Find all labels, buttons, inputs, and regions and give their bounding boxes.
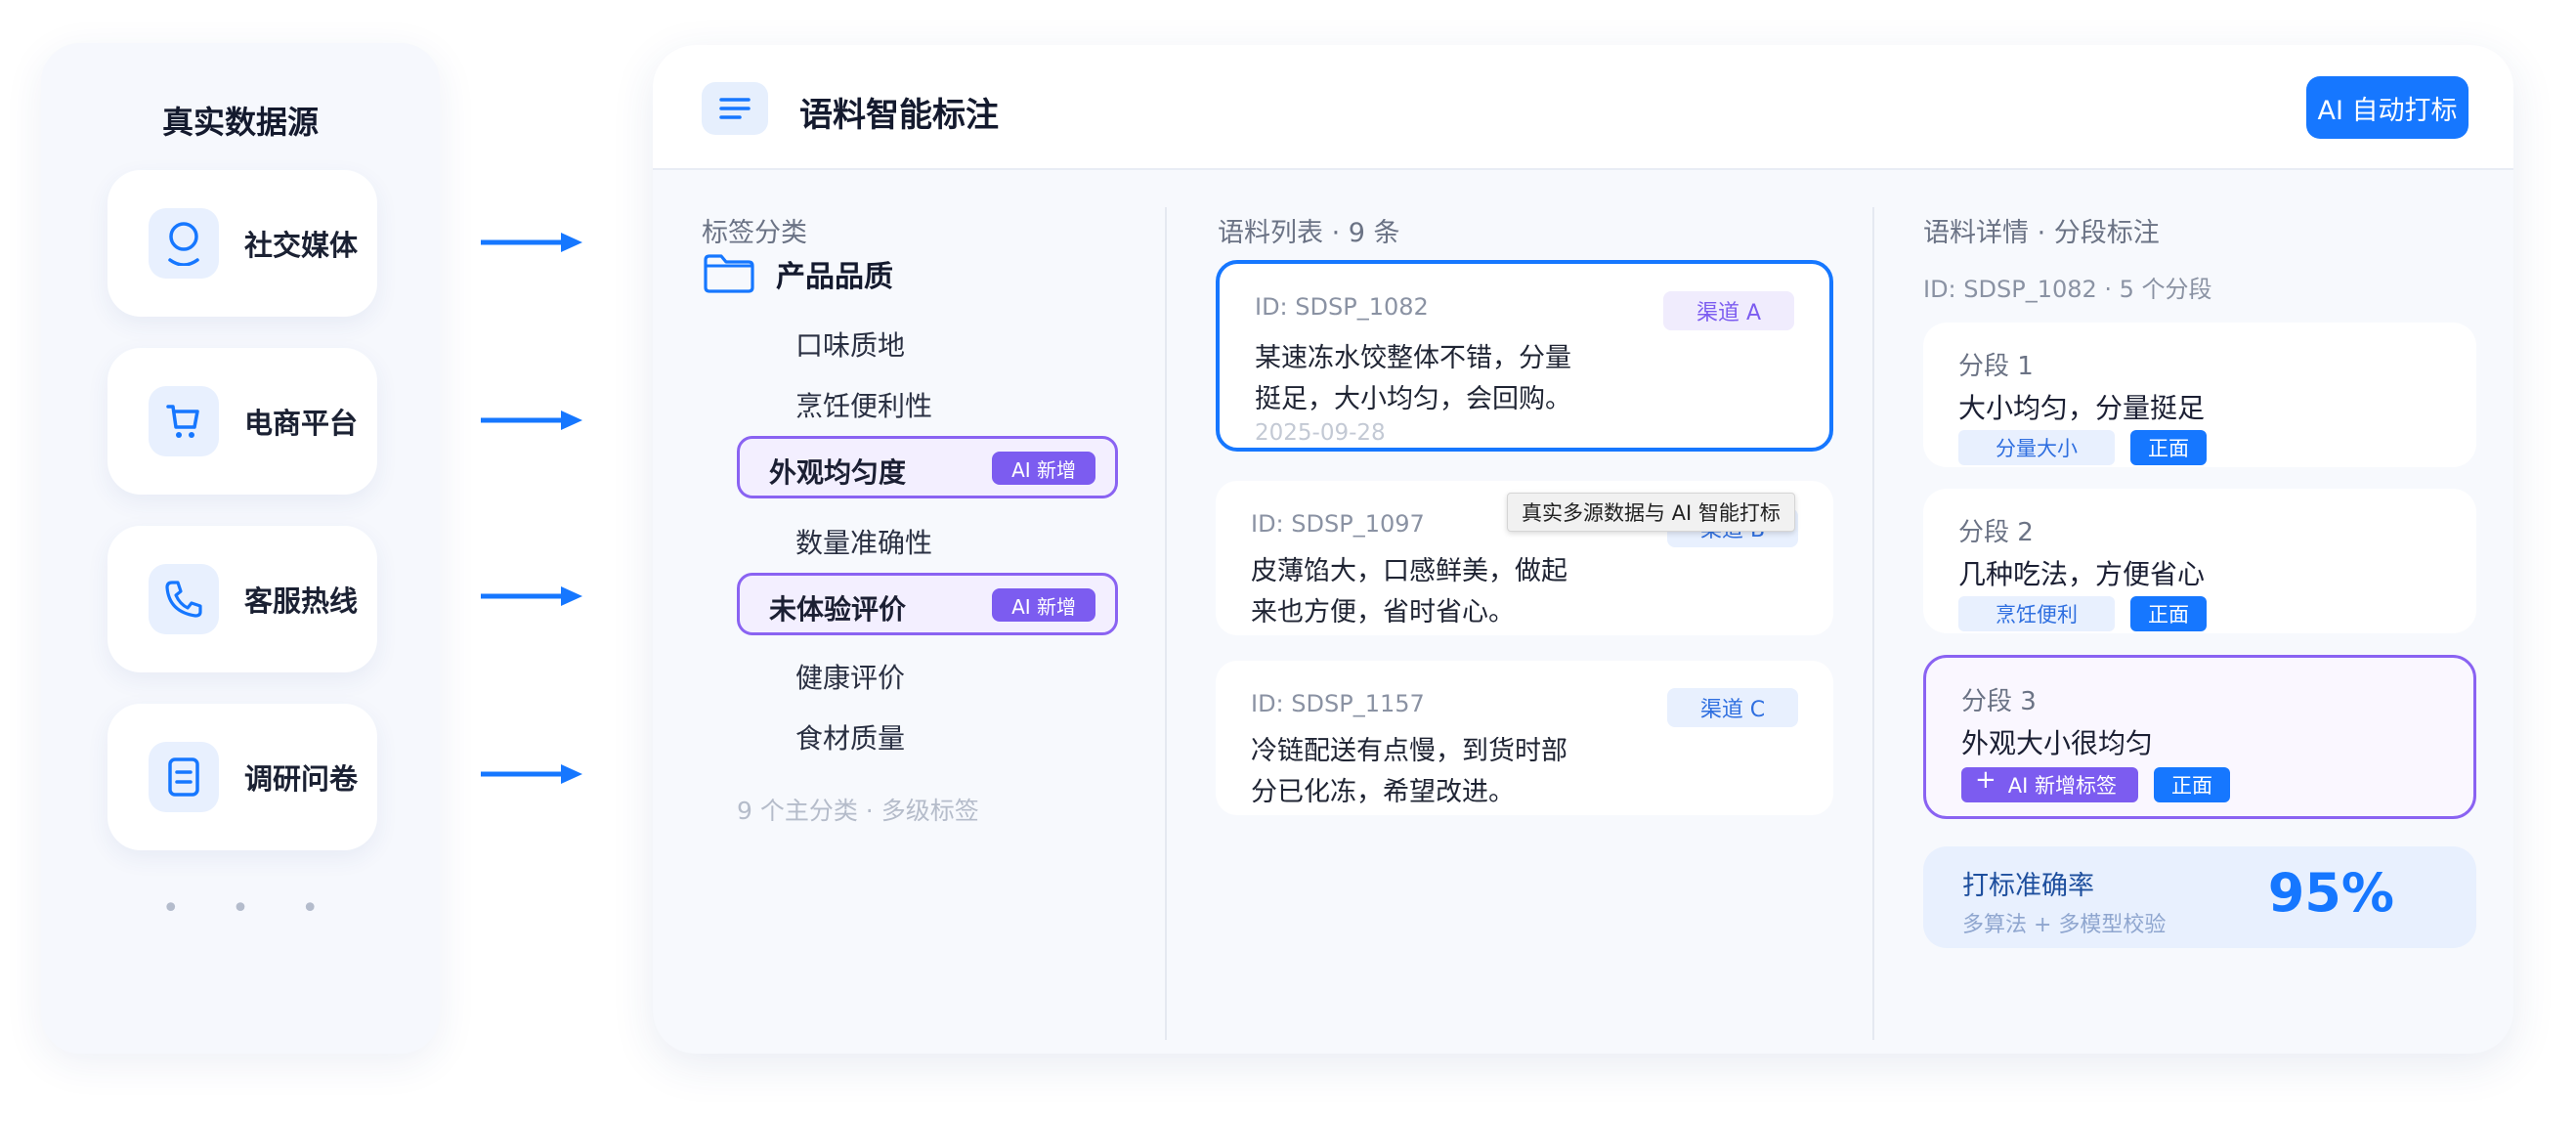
segment-tag[interactable]: 分量大小: [1958, 430, 2115, 465]
flow-arrow-icon: [481, 411, 582, 430]
ai-new-tag-label: AI 新增标签: [2007, 774, 2118, 798]
segment-tags: + AI 新增标签 正面: [1961, 765, 2231, 802]
tag-item[interactable]: 烹饪便利性: [795, 385, 932, 424]
segment-tag[interactable]: 烹饪便利: [1958, 596, 2115, 631]
column-divider: [1872, 207, 1874, 1040]
segment-title: 分段 2: [1958, 518, 2034, 547]
ai-new-tag-chip[interactable]: + AI 新增标签: [1961, 765, 2139, 802]
detail-section-title: 语料详情 · 分段标注: [1923, 218, 2160, 248]
segment-card[interactable]: 分段 2 几种吃法，方便省心 烹饪便利 正面: [1923, 489, 2476, 633]
corpus-text: 皮薄馅大，口感鲜美，做起来也方便，省时省心。: [1251, 556, 1567, 627]
tag-label: 未体验评价: [769, 593, 907, 626]
ai-auto-tag-button[interactable]: AI 自动打标: [2306, 76, 2469, 139]
corpus-id: ID: SDSP_1082: [1255, 293, 1429, 321]
category-product-quality[interactable]: 产品品质: [702, 252, 893, 295]
tag-item[interactable]: 健康评价: [795, 657, 905, 696]
source-hotline[interactable]: 客服热线: [107, 526, 377, 672]
accuracy-card: 打标准确率 多算法 + 多模型校验 95%: [1923, 846, 2476, 948]
tag-item[interactable]: 食材质量: [795, 717, 905, 757]
tag-item[interactable]: 数量准确性: [795, 522, 932, 561]
detail-id-line: ID: SDSP_1082 · 5 个分段: [1923, 276, 2212, 303]
menu-button[interactable]: [702, 82, 768, 135]
tag-item[interactable]: 口味质地: [795, 324, 905, 364]
channel-badge: 渠道 C: [1667, 688, 1798, 727]
corpus-text: 某速冻水饺整体不错，分量挺足，大小均匀，会回购。: [1255, 343, 1571, 414]
segment-text: 大小均匀，分量挺足: [1958, 392, 2206, 424]
segment-card[interactable]: 分段 1 大小均匀，分量挺足 分量大小 正面: [1923, 323, 2476, 467]
sentiment-tag[interactable]: 正面: [2154, 767, 2231, 802]
segment-title: 分段 1: [1958, 352, 2034, 381]
corpus-text: 冷链配送有点慢，到货时部分已化冻，希望改进。: [1251, 736, 1567, 807]
corpus-id: ID: SDSP_1157: [1251, 690, 1425, 717]
source-label: 电商平台: [244, 407, 359, 440]
tooltip: 真实多源数据与 AI 智能打标: [1507, 493, 1795, 532]
tag-item-ai-new[interactable]: 未体验评价 AI 新增: [737, 573, 1118, 635]
sentiment-tag[interactable]: 正面: [2130, 430, 2207, 465]
category-label: 产品品质: [776, 260, 893, 294]
corpus-id: ID: SDSP_1097: [1251, 510, 1425, 538]
user-icon: [149, 208, 219, 279]
plus-icon: +: [1975, 765, 1996, 795]
corpus-section-title: 语料列表 · 9 条: [1218, 218, 1400, 248]
flow-arrow-icon: [481, 233, 582, 252]
segment-card-ai[interactable]: 分段 3 外观大小很均匀 + AI 新增标签 正面: [1923, 655, 2476, 819]
source-ecommerce[interactable]: 电商平台: [107, 348, 377, 495]
page-title: 语料智能标注: [799, 96, 999, 135]
folder-icon: [704, 254, 754, 293]
document-icon: [149, 742, 219, 812]
accuracy-value: 95%: [2267, 862, 2394, 924]
menu-icon: [719, 98, 751, 119]
source-label: 调研问卷: [244, 762, 359, 796]
corpus-card-selected[interactable]: ID: SDSP_1082 渠道 A 某速冻水饺整体不错，分量挺足，大小均匀，会…: [1216, 260, 1833, 452]
ai-new-badge: AI 新增: [992, 588, 1095, 622]
flow-arrow-icon: [481, 586, 582, 606]
accuracy-title: 打标准确率: [1962, 871, 2094, 901]
column-divider: [1165, 207, 1167, 1040]
phone-icon: [149, 564, 219, 634]
sentiment-tag[interactable]: 正面: [2130, 596, 2207, 631]
cart-icon: [149, 386, 219, 456]
segment-text: 几种吃法，方便省心: [1958, 558, 2206, 590]
source-label: 社交媒体: [244, 229, 359, 262]
annotation-panel: 语料智能标注 AI 自动打标 标签分类 产品品质 口味质地 烹饪便利性 外观均匀…: [653, 45, 2513, 1054]
channel-badge: 渠道 A: [1663, 291, 1794, 330]
tag-label: 外观均匀度: [769, 456, 907, 489]
tag-item-ai-new[interactable]: 外观均匀度 AI 新增: [737, 436, 1118, 498]
segment-text: 外观大小很均匀: [1961, 727, 2154, 759]
corpus-date: 2025-09-28: [1255, 420, 1386, 446]
tags-section-title: 标签分类: [702, 218, 807, 248]
sources-title: 真实数据源: [161, 104, 319, 141]
corpus-card[interactable]: ID: SDSP_1157 渠道 C 冷链配送有点慢，到货时部分已化冻，希望改进…: [1216, 661, 1833, 815]
source-social-media[interactable]: 社交媒体: [107, 170, 377, 317]
category-footer: 9 个主分类 · 多级标签: [737, 797, 979, 825]
segment-tags: 烹饪便利 正面: [1958, 596, 2207, 631]
ai-new-badge: AI 新增: [992, 452, 1095, 485]
source-label: 客服热线: [244, 584, 359, 618]
more-sources-dots: • • •: [161, 891, 341, 926]
data-sources-panel: 真实数据源 社交媒体 电商平台 客服热线 调研问卷 • • •: [41, 43, 440, 1054]
panel-header: 语料智能标注 AI 自动打标: [653, 45, 2513, 170]
source-survey[interactable]: 调研问卷: [107, 704, 377, 850]
flow-arrow-icon: [481, 764, 582, 784]
segment-title: 分段 3: [1961, 687, 2037, 716]
accuracy-subtitle: 多算法 + 多模型校验: [1962, 913, 2167, 937]
segment-tags: 分量大小 正面: [1958, 430, 2207, 465]
